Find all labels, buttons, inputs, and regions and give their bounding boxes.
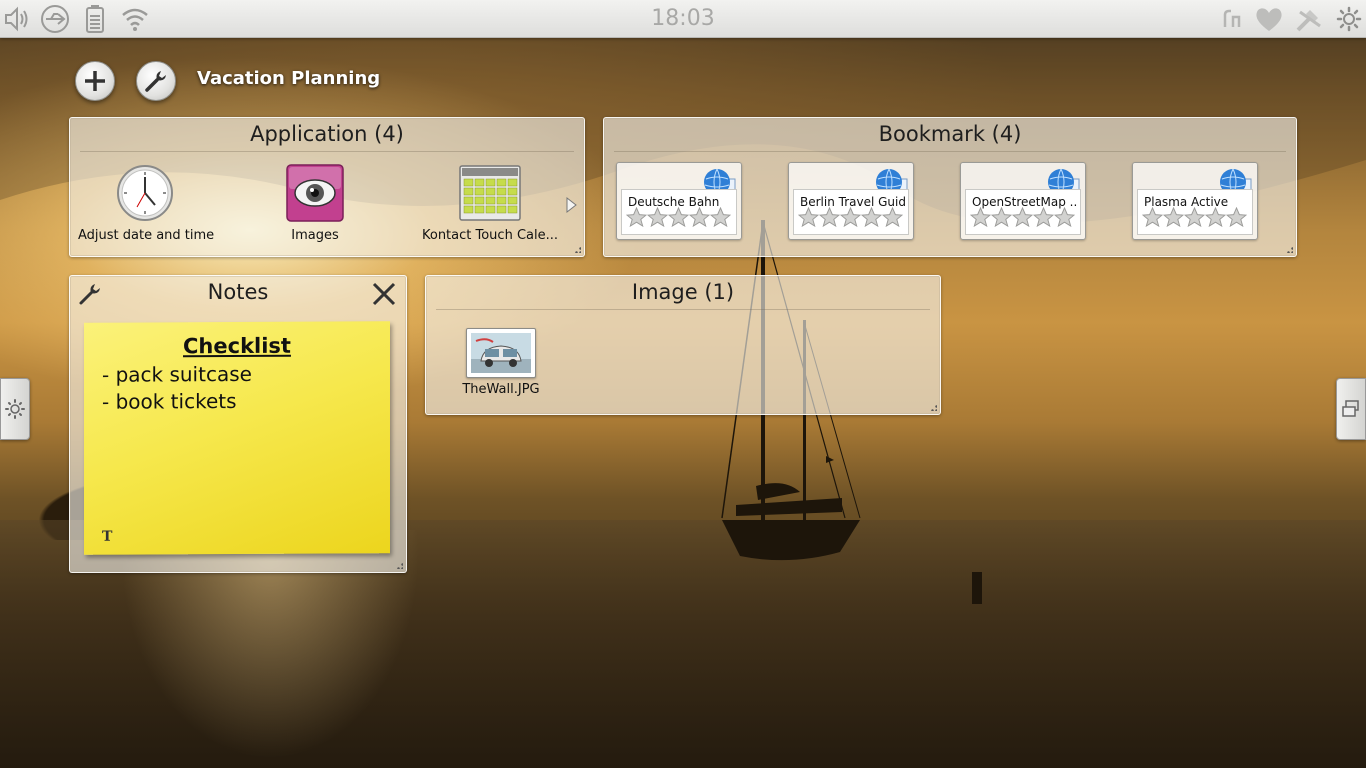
- rating-star-icon[interactable]: [1163, 207, 1184, 227]
- battery-icon[interactable]: [80, 4, 110, 34]
- note-line: - book tickets: [102, 389, 237, 414]
- resize-handle[interactable]: [395, 561, 403, 569]
- rating-star-icon[interactable]: [626, 207, 647, 227]
- rating-star-icon[interactable]: [1054, 207, 1075, 227]
- divider: [436, 309, 930, 310]
- rating-star-icon[interactable]: [882, 207, 903, 227]
- bookmark-info: Deutsche Bahn: [621, 189, 737, 235]
- rating-stars[interactable]: [970, 207, 1075, 232]
- divider: [80, 151, 574, 152]
- rating-star-icon[interactable]: [1226, 207, 1247, 227]
- resize-handle[interactable]: [929, 403, 937, 411]
- keyboard-icon[interactable]: [1216, 4, 1246, 34]
- heart-icon[interactable]: [1254, 4, 1284, 34]
- windows-switcher-icon: [1342, 400, 1359, 417]
- bookmark-widget-title: Bookmark (4): [878, 122, 1022, 146]
- image-label: TheWall.JPG: [462, 382, 540, 397]
- image-widget-title: Image (1): [631, 280, 735, 304]
- arrow-right-icon: [566, 196, 577, 214]
- image-viewer-eye-icon: [284, 162, 346, 224]
- bookmark-info: Plasma Active: [1137, 189, 1253, 235]
- plus-icon: [85, 71, 105, 91]
- application-widget-title: Application (4): [250, 122, 404, 146]
- calendar-icon: [459, 162, 521, 224]
- rating-star-icon[interactable]: [861, 207, 882, 227]
- configure-activity-button[interactable]: [136, 61, 176, 101]
- image-widget: Image (1) TheWall.JPG: [425, 275, 941, 415]
- next-page-button[interactable]: [564, 196, 578, 214]
- notes-widget: Notes Checklist - pack suitcase - book t…: [69, 275, 407, 573]
- bookmark-card[interactable]: Berlin Travel Guide: [788, 162, 914, 240]
- usb-icon[interactable]: [40, 4, 70, 34]
- rating-stars[interactable]: [1142, 207, 1247, 232]
- app-label: Adjust date and time: [78, 228, 215, 243]
- close-button[interactable]: [370, 280, 398, 308]
- settings-gear-icon: [5, 399, 25, 419]
- app-item-kontact-touch-calendar[interactable]: Kontact Touch Cale...: [420, 162, 560, 243]
- sticky-note[interactable]: Checklist - pack suitcase - book tickets…: [84, 321, 390, 555]
- resize-handle[interactable]: [1285, 245, 1293, 253]
- left-panel-handle[interactable]: [0, 378, 30, 440]
- wifi-icon[interactable]: [120, 4, 150, 34]
- application-widget: Application (4) Adjust date and time Ima…: [69, 117, 585, 257]
- note-line: - pack suitcase: [102, 361, 252, 387]
- rating-star-icon[interactable]: [1205, 207, 1226, 227]
- volume-icon[interactable]: [2, 4, 32, 34]
- app-label: Images: [291, 228, 339, 243]
- rating-star-icon[interactable]: [1033, 207, 1054, 227]
- app-item-adjust-date-time[interactable]: Adjust date and time: [78, 162, 215, 243]
- bookmark-info: OpenStreetMap ...: [965, 189, 1081, 235]
- settings-gear-icon[interactable]: [1334, 4, 1364, 34]
- top-panel: 18:03: [0, 0, 1366, 38]
- bookmark-widget: Bookmark (4) Deutsche Bahn Berlin Travel…: [603, 117, 1297, 257]
- rating-star-icon[interactable]: [819, 207, 840, 227]
- tools-icon[interactable]: [1294, 4, 1324, 34]
- text-format-button[interactable]: T: [102, 529, 112, 545]
- bookmark-card[interactable]: Deutsche Bahn: [616, 162, 742, 240]
- close-icon: [372, 282, 396, 306]
- rating-star-icon[interactable]: [1184, 207, 1205, 227]
- wall-photo-icon: [471, 333, 531, 373]
- rating-star-icon[interactable]: [840, 207, 861, 227]
- divider: [614, 151, 1286, 152]
- rating-star-icon[interactable]: [1012, 207, 1033, 227]
- bookmark-card[interactable]: Plasma Active: [1132, 162, 1258, 240]
- app-item-images[interactable]: Images: [250, 162, 380, 243]
- notes-widget-title: Notes: [207, 280, 269, 304]
- rating-star-icon[interactable]: [798, 207, 819, 227]
- rating-star-icon[interactable]: [1142, 207, 1163, 227]
- add-widget-button[interactable]: [75, 61, 115, 101]
- right-panel-handle[interactable]: [1336, 378, 1366, 440]
- bookmark-card[interactable]: OpenStreetMap ...: [960, 162, 1086, 240]
- activity-title[interactable]: Vacation Planning: [197, 68, 380, 94]
- image-thumbnail[interactable]: [466, 328, 536, 378]
- rating-star-icon[interactable]: [970, 207, 991, 227]
- rating-stars[interactable]: [626, 207, 731, 232]
- bookmark-info: Berlin Travel Guide: [793, 189, 909, 235]
- rating-star-icon[interactable]: [668, 207, 689, 227]
- rating-stars[interactable]: [798, 207, 903, 232]
- wrench-icon: [145, 71, 166, 92]
- rating-star-icon[interactable]: [689, 207, 710, 227]
- resize-handle[interactable]: [573, 245, 581, 253]
- rating-star-icon[interactable]: [710, 207, 731, 227]
- rating-star-icon[interactable]: [647, 207, 668, 227]
- clock-icon: [114, 162, 176, 224]
- panel-clock[interactable]: 18:03: [620, 4, 746, 34]
- note-heading: Checklist: [183, 333, 291, 359]
- rating-star-icon[interactable]: [991, 207, 1012, 227]
- app-label: Kontact Touch Cale...: [421, 228, 558, 243]
